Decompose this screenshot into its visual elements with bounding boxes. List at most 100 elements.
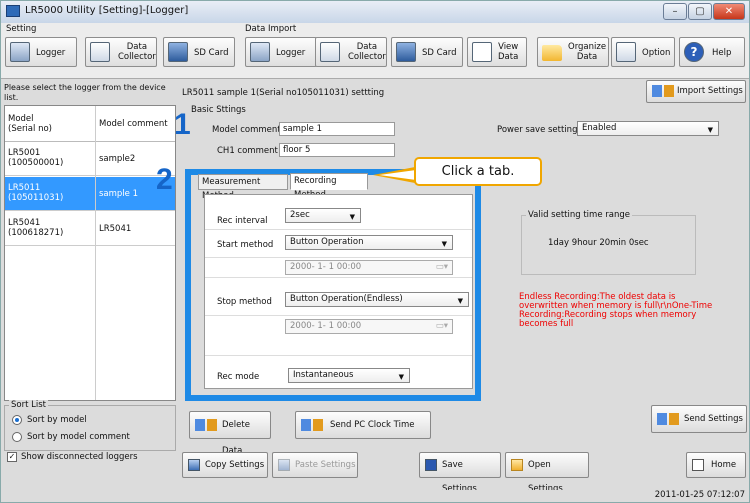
- power-save-label: Power save setting: [497, 125, 578, 135]
- valid-range-title: Valid setting time range: [526, 210, 632, 220]
- ch1-comment-field[interactable]: floor 5: [279, 143, 395, 157]
- sort-list-group: Sort List: [4, 400, 176, 451]
- device-list[interactable]: Model (Serial no) Model comment LR5001 (…: [4, 105, 176, 401]
- setting-logger-button[interactable]: Logger: [5, 37, 77, 67]
- setting-sd-card-label: SD Card: [194, 48, 229, 58]
- callout-pointer-inner: [379, 170, 416, 180]
- app-icon: [6, 5, 20, 17]
- ch1-comment-label: CH1 comment: [217, 146, 278, 156]
- send-clock-label: Send PC Clock Time: [330, 420, 415, 430]
- model-comment-label: Model comment: [212, 125, 281, 135]
- view-data-button[interactable]: View Data: [467, 37, 527, 67]
- paste-settings-label: Paste Settings: [295, 460, 356, 470]
- import-data-collector-label: Data Collector: [348, 42, 386, 62]
- help-icon: ?: [684, 42, 704, 62]
- home-button[interactable]: Home: [686, 452, 746, 478]
- device-list-header: Model (Serial no) Model comment: [5, 106, 175, 142]
- home-icon: [692, 459, 704, 471]
- window-title: LR5000 Utility [Setting]-[Logger]: [25, 5, 189, 16]
- recording-note: Endless Recording:The oldest data is ove…: [519, 292, 713, 329]
- status-timestamp: 2011-01-25 07:12:07: [654, 490, 745, 500]
- help-button[interactable]: ? Help: [679, 37, 745, 67]
- model-comment-field[interactable]: sample 1: [279, 122, 395, 136]
- sort-by-model-label: Sort by model: [27, 415, 87, 425]
- sort-by-comment-label: Sort by model comment: [27, 432, 130, 442]
- copy-settings-label: Copy Settings: [205, 460, 265, 470]
- stop-method-label: Stop method: [217, 297, 272, 307]
- panel-divider: [205, 315, 472, 316]
- rec-interval-value: 2sec: [290, 210, 310, 220]
- rec-mode-label: Rec mode: [217, 372, 260, 382]
- maximize-button[interactable]: ▢: [688, 3, 712, 20]
- device-comment: sample2: [99, 154, 136, 164]
- tab-measurement-method[interactable]: Measurement Method: [198, 174, 288, 201]
- delete-data-button[interactable]: Delete Data: [189, 411, 271, 456]
- setting-data-collector-button[interactable]: Data Collector: [85, 37, 157, 67]
- toolbar: Setting Data Import Logger Data Collecto…: [1, 23, 749, 79]
- import-settings-button[interactable]: Import Settings: [646, 80, 746, 103]
- device-row[interactable]: LR5041 (100618271) LR5041: [5, 212, 175, 246]
- column-divider: [95, 106, 96, 400]
- sd-card-icon: [396, 42, 416, 62]
- tab-recording-method[interactable]: Recording Method: [290, 173, 368, 200]
- device-comment: sample 1: [99, 189, 139, 199]
- device-comment: LR5041: [99, 224, 132, 234]
- step-number-1: 1: [174, 108, 191, 141]
- start-method-value: Button Operation: [290, 237, 364, 247]
- device-row[interactable]: LR5001 (100500001) sample2: [5, 142, 175, 176]
- column-comment: Model comment: [99, 119, 168, 129]
- stop-date-field[interactable]: 2000- 1- 1 00:00 ▭▾: [285, 319, 453, 334]
- import-settings-icon: [652, 85, 674, 97]
- import-data-collector-button[interactable]: Data Collector: [315, 37, 387, 67]
- logger-icon: [250, 42, 270, 62]
- column-model: Model (Serial no): [8, 114, 52, 134]
- home-label: Home: [711, 460, 737, 470]
- setting-sd-card-button[interactable]: SD Card: [163, 37, 235, 67]
- send-pc-clock-button[interactable]: Send PC Clock Time: [295, 411, 431, 439]
- show-disconnected-checkbox[interactable]: ✓: [7, 452, 17, 462]
- minimize-button[interactable]: –: [663, 3, 687, 20]
- basic-settings-label: Basic Sttings: [191, 105, 246, 115]
- logger-icon: [10, 42, 30, 62]
- organize-data-button[interactable]: Organize Data: [537, 37, 609, 67]
- organize-data-label: Organize Data: [568, 42, 607, 62]
- chevron-down-icon: ▼: [398, 373, 404, 381]
- data-collector-icon: [320, 42, 340, 62]
- stop-method-select[interactable]: Button Operation(Endless) ▼: [285, 292, 469, 307]
- setting-logger-label: Logger: [36, 48, 66, 58]
- rec-interval-select[interactable]: 2sec ▼: [285, 208, 361, 223]
- chevron-down-icon: ▼: [707, 126, 713, 134]
- import-sd-card-button[interactable]: SD Card: [391, 37, 463, 67]
- paste-icon: [278, 459, 290, 471]
- rec-mode-select[interactable]: Instantaneous ▼: [288, 368, 410, 383]
- panel-divider: [205, 229, 472, 230]
- device-prompt: Please select the logger from the device…: [4, 83, 166, 102]
- view-data-label: View Data: [498, 42, 519, 62]
- start-date-field[interactable]: 2000- 1- 1 00:00 ▭▾: [285, 260, 453, 275]
- valid-range-value: 1day 9hour 20min 0sec: [548, 238, 649, 248]
- sort-by-comment-radio[interactable]: [12, 432, 22, 442]
- paste-settings-button[interactable]: Paste Settings: [272, 452, 358, 478]
- start-method-select[interactable]: Button Operation ▼: [285, 235, 453, 250]
- folder-icon: [542, 45, 562, 61]
- open-settings-button[interactable]: Open Settings: [505, 452, 589, 494]
- option-button[interactable]: Option: [611, 37, 675, 67]
- save-settings-button[interactable]: Save Settings: [419, 452, 501, 494]
- import-logger-button[interactable]: Logger: [245, 37, 317, 67]
- option-label: Option: [642, 48, 671, 58]
- sort-by-model-radio[interactable]: [12, 415, 22, 425]
- copy-icon: [188, 459, 200, 471]
- copy-settings-button[interactable]: Copy Settings: [182, 452, 268, 478]
- power-save-value: Enabled: [582, 123, 617, 133]
- device-model: LR5041 (100618271): [8, 218, 64, 238]
- chart-icon: [472, 42, 492, 62]
- power-save-select[interactable]: Enabled ▼: [577, 121, 719, 136]
- rec-mode-value: Instantaneous: [293, 370, 354, 380]
- option-icon: [616, 42, 636, 62]
- device-model: LR5001 (100500001): [8, 148, 64, 168]
- send-settings-button[interactable]: Send Settings: [651, 405, 747, 433]
- import-sd-card-label: SD Card: [422, 48, 457, 58]
- device-row-selected[interactable]: LR5011 (105011031) sample 1: [5, 177, 175, 211]
- close-button[interactable]: ✕: [713, 3, 745, 20]
- valid-range-group: Valid setting time range 1day 9hour 20mi…: [521, 210, 696, 275]
